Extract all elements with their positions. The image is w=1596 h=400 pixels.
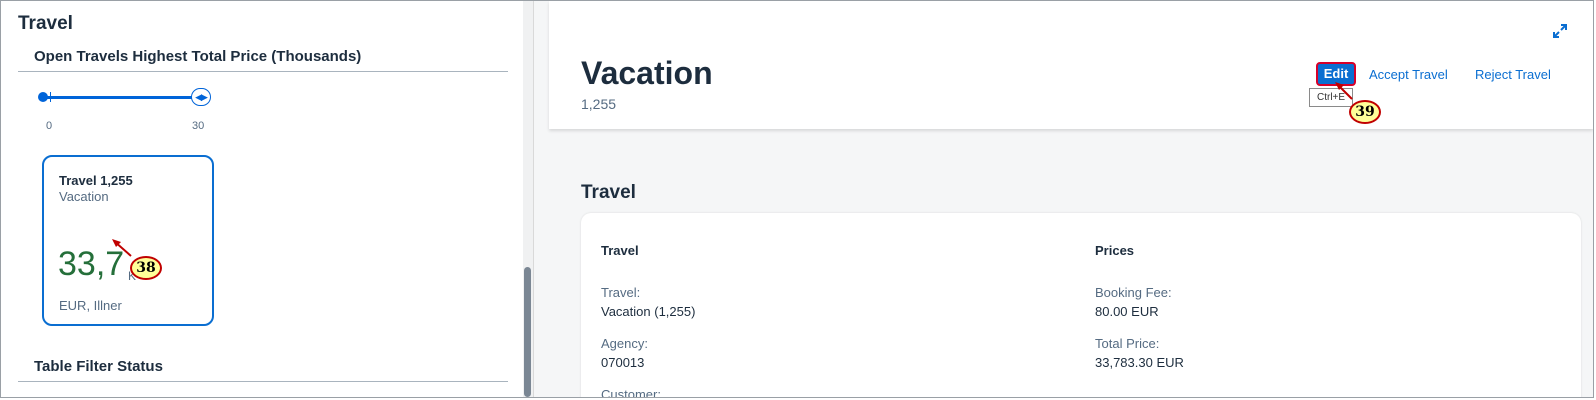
panel-divider [533,1,534,397]
field-value: 80.00 EUR [1095,304,1159,319]
group-title-travel: Travel [601,243,639,258]
left-panel-title: Travel [18,13,73,34]
range-slider-tick [50,92,51,102]
card-title: Travel 1,255 [59,173,133,188]
chart-section-title: Open Travels Highest Total Price (Thousa… [34,48,362,65]
field-label: Travel: [601,285,641,300]
step-callout-38: 38 [130,256,162,280]
page-subtitle: 1,255 [581,96,617,112]
section-title: Travel [581,182,636,203]
reject-travel-button[interactable]: Reject Travel [1475,67,1551,82]
card-subtitle: Vacation [59,189,109,204]
field-label: Total Price: [1095,336,1160,351]
travel-form-card: Travel Travel: Vacation (1,255) Agency: … [581,213,1581,397]
edit-button[interactable]: Edit [1316,62,1356,86]
slider-arrows-icon: ◀▶ [195,92,208,102]
range-slider-max-handle[interactable]: ◀▶ [191,88,211,106]
edit-tooltip: Ctrl+E [1309,88,1354,107]
range-slider-min-handle[interactable] [38,92,48,102]
field-label: Agency: [601,336,648,351]
slider-min-label: 0 [46,120,53,132]
field-value: Vacation (1,255) [601,304,696,319]
expand-icon[interactable] [1552,23,1568,39]
filter-section-title: Table Filter Status [34,358,163,375]
section-divider [18,71,508,72]
field-label: Customer: [601,387,661,397]
section-divider [18,381,508,382]
object-page: Vacation 1,255 Edit Accept Travel Reject… [533,1,1593,397]
field-value: 33,783.30 EUR [1095,355,1184,370]
slider-max-label: 30 [192,120,205,132]
card-footer: EUR, Illner [59,298,122,313]
left-panel: Travel Open Travels Highest Total Price … [1,1,523,397]
group-title-prices: Prices [1095,243,1135,258]
left-scrollbar-thumb[interactable] [524,267,531,397]
object-page-header: Vacation 1,255 Edit Accept Travel Reject… [549,1,1593,129]
card-kpi-value: 33,7 [58,245,125,283]
accept-travel-button[interactable]: Accept Travel [1369,67,1448,82]
field-label: Booking Fee: [1095,285,1172,300]
range-slider-track[interactable] [45,96,197,99]
field-value: 070013 [601,355,645,370]
page-title: Vacation [581,55,713,91]
travel-kpi-card[interactable]: Travel 1,255 Vacation 33,7 K EUR, Illner [42,155,214,326]
step-callout-39: 39 [1349,100,1381,124]
